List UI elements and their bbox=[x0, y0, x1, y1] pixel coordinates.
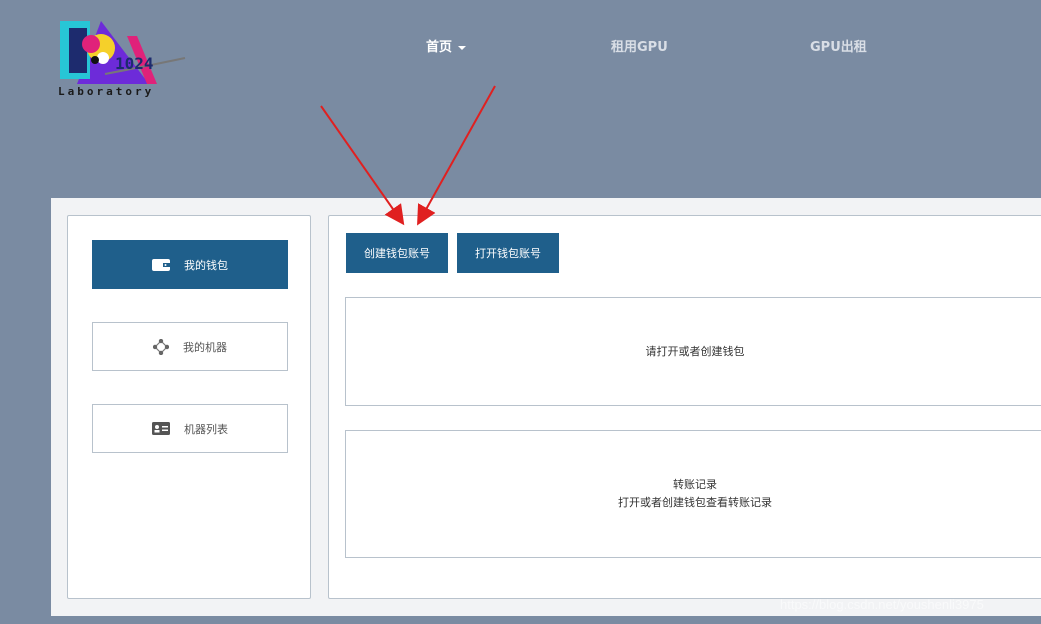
wallet-info-box: 请打开或者创建钱包 bbox=[345, 297, 1041, 406]
network-icon bbox=[153, 338, 169, 355]
nav-rent-gpu[interactable]: 租用GPU bbox=[611, 36, 668, 55]
logo-graphic: 1024 bbox=[60, 21, 186, 84]
wallet-icon bbox=[152, 258, 170, 271]
wallet-message: 请打开或者创建钱包 bbox=[645, 344, 745, 358]
caret-down-icon bbox=[458, 45, 467, 50]
sidebar-item-label: 我的钱包 bbox=[184, 258, 228, 272]
sidebar: 我的钱包 我的机器 机器列表 bbox=[67, 215, 311, 599]
transfer-title: 转账记录 bbox=[673, 478, 717, 491]
id-card-icon bbox=[152, 422, 170, 435]
sidebar-item-my-machines[interactable]: 我的机器 bbox=[92, 322, 288, 371]
nav-gpu-lease[interactable]: GPU出租 bbox=[810, 36, 867, 55]
sidebar-item-label: 机器列表 bbox=[184, 422, 228, 436]
nav-home-label: 首页 bbox=[426, 40, 453, 55]
nav-home[interactable]: 首页 bbox=[426, 36, 467, 55]
create-wallet-button[interactable]: 创建钱包账号 bbox=[346, 233, 448, 273]
logo-text: Laboratory bbox=[58, 85, 155, 98]
sidebar-item-my-wallet[interactable]: 我的钱包 bbox=[92, 240, 288, 289]
sidebar-item-label: 我的机器 bbox=[183, 340, 227, 354]
transfer-message: 打开或者创建钱包查看转账记录 bbox=[618, 496, 772, 509]
sidebar-item-machine-list[interactable]: 机器列表 bbox=[92, 404, 288, 453]
open-wallet-button[interactable]: 打开钱包账号 bbox=[457, 233, 559, 273]
logo-number: 1024 bbox=[115, 54, 154, 73]
watermark: https://blog.csdn.net/youshenli3975 bbox=[780, 597, 984, 612]
transfer-records-box: 转账记录 打开或者创建钱包查看转账记录 bbox=[345, 430, 1041, 558]
